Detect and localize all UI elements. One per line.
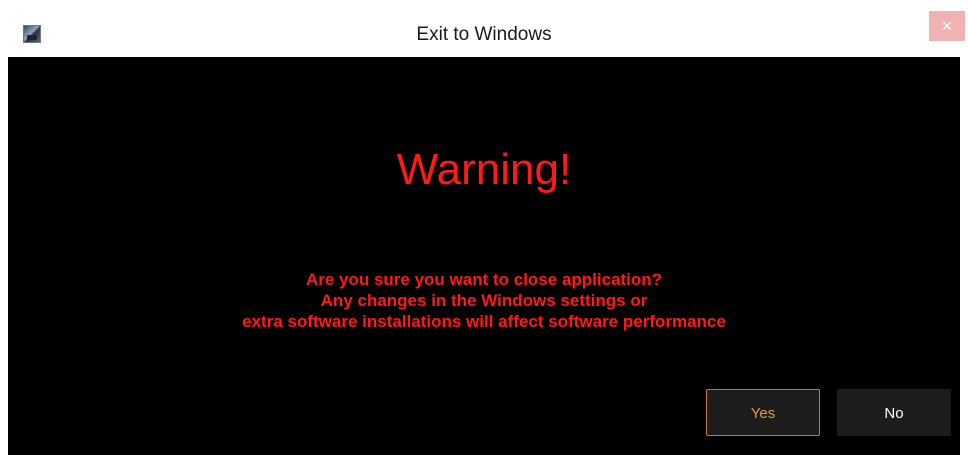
message-line-3: extra software installations will affect… — [242, 312, 726, 331]
dialog-content: Warning! Are you sure you want to close … — [8, 57, 960, 455]
exit-dialog-window: Exit to Windows ✕ Warning! Are you sure … — [0, 0, 968, 455]
warning-heading: Warning! — [396, 145, 572, 194]
message-line-2: Any changes in the Windows settings or — [320, 291, 648, 310]
message-line-1: Are you sure you want to close applicati… — [305, 270, 663, 289]
warning-message: Are you sure you want to close applicati… — [8, 269, 960, 332]
no-button[interactable]: No — [837, 389, 951, 436]
window-title: Exit to Windows — [416, 24, 552, 45]
title-bar[interactable]: Exit to Windows ✕ — [0, 0, 968, 57]
yes-button[interactable]: Yes — [706, 389, 820, 436]
close-button[interactable]: ✕ — [929, 11, 965, 41]
close-icon: ✕ — [941, 18, 953, 34]
